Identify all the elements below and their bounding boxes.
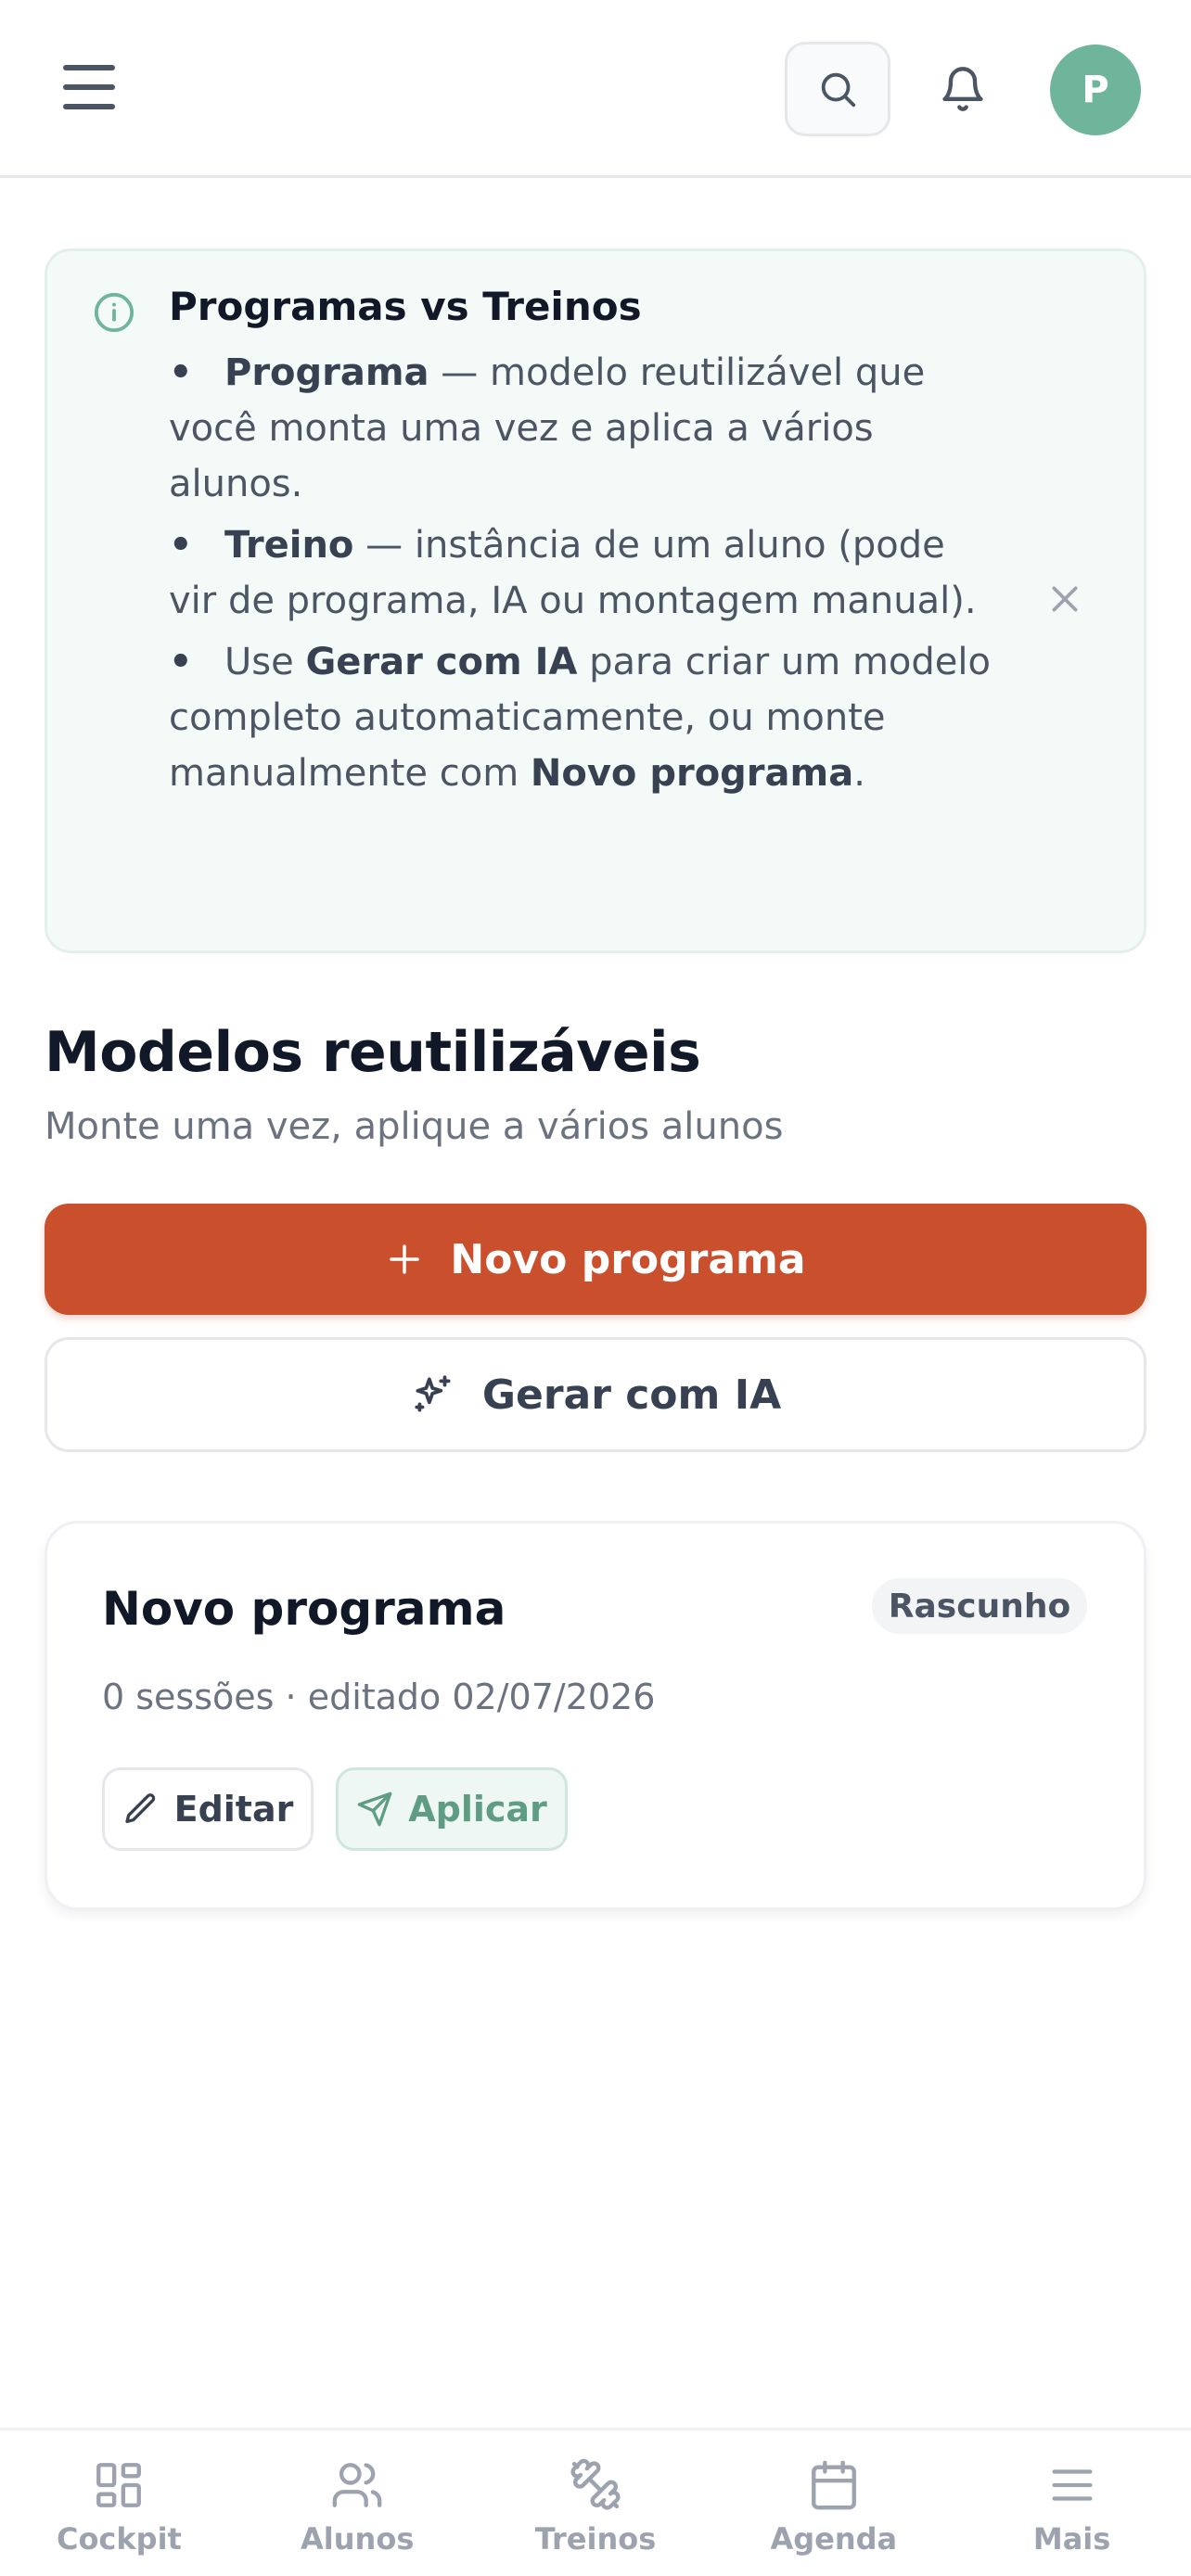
info-icon xyxy=(94,292,134,333)
top-bar: P xyxy=(0,0,1191,178)
page-title: Modelos reutilizáveis xyxy=(45,1020,701,1085)
page-subtitle: Monte uma vez, aplique a vários alunos xyxy=(45,1105,784,1148)
close-icon[interactable] xyxy=(1046,580,1083,618)
search-button[interactable] xyxy=(785,42,890,136)
list-item: • Treino — instância de um aluno (pode vi… xyxy=(169,524,977,622)
nav-item-cockpit[interactable]: Cockpit xyxy=(0,2430,238,2576)
menu-icon xyxy=(1052,2469,1093,2501)
bell-icon xyxy=(942,67,983,111)
info-title: Programas vs Treinos xyxy=(169,284,642,329)
avatar[interactable]: P xyxy=(1050,45,1141,135)
new-program-label: Novo programa xyxy=(450,1235,806,1283)
list-item: • Programa — modelo reutilizável que você… xyxy=(169,351,926,505)
users-icon xyxy=(332,2463,382,2507)
dumbbell-icon xyxy=(570,2458,621,2510)
nav-item-alunos[interactable]: Alunos xyxy=(238,2430,477,2576)
dashboard-icon xyxy=(96,2463,142,2507)
new-program-button[interactable]: Novo programa xyxy=(45,1204,1146,1315)
nav-item-treinos[interactable]: Treinos xyxy=(477,2430,715,2576)
nav-label-alunos: Alunos xyxy=(301,2521,415,2557)
bottom-nav: Cockpit Alunos Treinos Agenda Mais xyxy=(0,2428,1191,2576)
nav-label-mais: Mais xyxy=(1032,2521,1111,2557)
apply-button[interactable]: Aplicar xyxy=(336,1767,568,1851)
hamburger-menu-icon[interactable] xyxy=(56,57,122,117)
apply-label: Aplicar xyxy=(408,1789,547,1830)
status-badge: Rascunho xyxy=(872,1578,1087,1634)
calendar-icon xyxy=(811,2460,856,2510)
nav-label-treinos: Treinos xyxy=(534,2521,657,2557)
plus-icon xyxy=(390,1244,420,1274)
edit-button[interactable]: Editar xyxy=(102,1767,314,1851)
generate-ai-label: Gerar com IA xyxy=(481,1371,782,1419)
program-title: Novo programa xyxy=(102,1582,506,1636)
edit-label: Editar xyxy=(173,1789,294,1830)
nav-item-agenda[interactable]: Agenda xyxy=(714,2430,953,2576)
nav-item-mais[interactable]: Mais xyxy=(953,2430,1191,2576)
program-meta: 0 sessões · editado 02/07/2026 xyxy=(102,1677,656,1717)
notifications-button[interactable] xyxy=(928,48,998,130)
generate-ai-button[interactable]: Gerar com IA xyxy=(45,1337,1146,1452)
info-list: • Programa — modelo reutilizável que você… xyxy=(169,345,1004,807)
pencil-icon xyxy=(124,1793,155,1823)
sparkles-icon xyxy=(415,1375,451,1412)
list-item: • Use Gerar com IA para criar um modelo c… xyxy=(169,641,991,795)
search-icon xyxy=(821,72,856,108)
nav-label-agenda: Agenda xyxy=(770,2521,898,2557)
send-icon xyxy=(357,1792,392,1827)
nav-label-cockpit: Cockpit xyxy=(56,2521,182,2557)
